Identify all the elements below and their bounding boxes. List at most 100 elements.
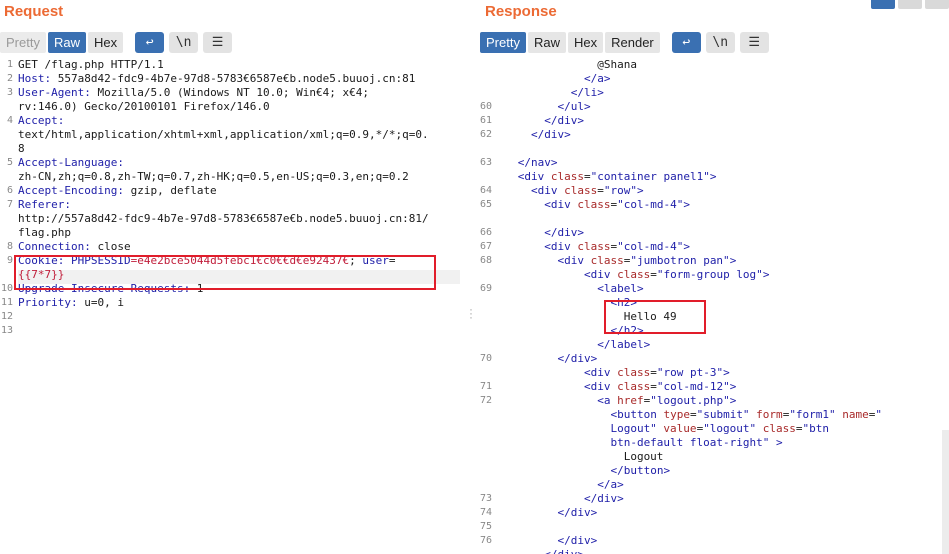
code-token: >: [617, 492, 624, 505]
code-line: <h2>: [472, 296, 949, 310]
line-code: </a>: [478, 478, 624, 492]
code-token: Accept-Language:: [18, 156, 124, 169]
response-title: Response: [485, 3, 557, 20]
code-token: >: [636, 184, 644, 197]
line-number: 12: [0, 311, 13, 322]
code-token: a: [597, 72, 604, 85]
line-number: 7: [6, 199, 13, 210]
code-token: >: [636, 282, 644, 295]
code-token: Accept:: [18, 114, 65, 127]
wrap-lines-icon[interactable]: ↩: [671, 32, 701, 53]
code-token: label: [603, 282, 637, 295]
code-line: 4 Accept:: [0, 114, 468, 128]
code-token: Logout": [478, 422, 657, 435]
line-code: <button type="submit" form="form1" name=…: [478, 408, 882, 422]
code-line: btn-default float-right" >: [472, 436, 949, 450]
code-token: </: [478, 100, 571, 113]
code-token: 8: [18, 142, 25, 155]
request-editor[interactable]: 1 GET /flag.php HTTP/1.1 2 Host: 557a8d42-f…: [0, 58, 468, 554]
code-token: </: [478, 338, 611, 351]
line-number: 1: [6, 59, 13, 70]
code-token: form: [749, 408, 783, 421]
newline-icon[interactable]: \n: [169, 32, 199, 53]
code-line: 5 Accept-Language:: [0, 156, 468, 170]
code-token: class: [583, 254, 624, 267]
layout-side-by-side-button[interactable]: [871, 0, 895, 9]
code-token: User-Agent:: [18, 86, 91, 99]
line-code: <div class="form-group log">: [478, 268, 769, 282]
menu-icon[interactable]: ☰: [203, 32, 233, 53]
wrap-lines-icon[interactable]: ↩: [135, 32, 165, 53]
code-line: 1 GET /flag.php HTTP/1.1: [0, 58, 468, 72]
code-token: class: [570, 198, 611, 211]
layout-stacked-button[interactable]: [898, 0, 922, 9]
code-token: text/html,application/xhtml+xml,applicat…: [18, 128, 429, 141]
code-token: class: [610, 366, 651, 379]
code-token: "logout.php": [650, 394, 730, 407]
code-token: Mozilla/5.0 (Windows NT 10.0; Win€4; x€4…: [90, 86, 370, 99]
code-token: >: [550, 156, 558, 169]
code-token: gzip, deflate: [123, 184, 217, 197]
hello-highlight-box: [604, 300, 706, 334]
line-code: GET /flag.php HTTP/1.1: [18, 58, 164, 72]
tab-raw[interactable]: Raw: [527, 32, 566, 53]
code-token: <: [478, 366, 591, 379]
code-token: >: [583, 100, 591, 113]
menu-icon[interactable]: ☰: [739, 32, 769, 53]
line-number: 3: [6, 87, 13, 98]
line-code: text/html,application/xhtml+xml,applicat…: [18, 128, 429, 142]
layout-tabs-button[interactable]: [925, 0, 949, 9]
code-token: Connection:: [18, 240, 91, 253]
code-line: 70 </div>: [472, 352, 949, 366]
code-token: ": [875, 408, 883, 421]
newline-icon[interactable]: \n: [705, 32, 735, 53]
code-token: >: [643, 338, 651, 351]
code-token: @Shana: [478, 58, 637, 71]
code-line: flag.php: [0, 226, 468, 240]
code-token: </: [478, 506, 571, 519]
code-line: 67 <div class="col-md-4">: [472, 240, 949, 254]
line-code: Accept-Language:: [18, 156, 124, 170]
code-line: text/html,application/xhtml+xml,applicat…: [0, 128, 468, 142]
line-number: 4: [6, 115, 13, 126]
line-code: Accept:: [18, 114, 64, 128]
tab-pretty[interactable]: Pretty: [0, 32, 46, 53]
code-line: 7 Referer:: [0, 198, 468, 212]
line-code: </label>: [478, 338, 650, 352]
code-token: div: [557, 114, 578, 127]
code-line: zh-CN,zh;q=0.8,zh-TW;q=0.7,zh-HK;q=0.5,e…: [0, 170, 468, 184]
request-title: Request: [4, 3, 64, 20]
code-token: <: [478, 240, 551, 253]
code-line: 62 </div>: [472, 128, 949, 142]
code-token: "col-md-4": [617, 198, 684, 211]
response-editor[interactable]: @Shana </a> </li> 60 </ul> 61 </div> 62 </d…: [472, 58, 949, 554]
tab-hex[interactable]: Hex: [87, 32, 124, 53]
code-token: >: [590, 506, 598, 519]
code-line: 11 Priority: u=0, i: [0, 296, 468, 310]
code-token: =: [650, 380, 657, 393]
code-token: >: [723, 366, 730, 379]
code-token: >: [564, 128, 571, 141]
response-scrollbar[interactable]: [942, 430, 949, 554]
tab-pretty[interactable]: Pretty: [480, 32, 526, 53]
code-line: 64 <div class="row">: [472, 184, 949, 198]
line-code: Priority: u=0, i: [18, 296, 124, 310]
code-token: btn-default float-right": [478, 436, 770, 449]
code-line: Hello 49: [472, 310, 949, 324]
line-code: </li>: [478, 86, 604, 100]
code-token: href: [610, 394, 644, 407]
code-line: 66 </div>: [472, 226, 949, 240]
tab-raw[interactable]: Raw: [47, 32, 86, 53]
line-code: <div class="col-md-12">: [478, 380, 736, 394]
line-code: <div class="row">: [478, 184, 644, 198]
code-token: "jumbotron pan": [630, 254, 730, 267]
tab-render[interactable]: Render: [605, 32, 660, 53]
code-line: </label>: [472, 338, 949, 352]
code-line: 61 </div>: [472, 114, 949, 128]
code-token: <: [478, 296, 618, 309]
code-token: <: [478, 268, 591, 281]
tab-hex[interactable]: Hex: [567, 32, 604, 53]
code-line: 71 <div class="col-md-12">: [472, 380, 949, 394]
code-token: =: [650, 268, 657, 281]
line-code: Logout" value="logout" class="btn: [478, 422, 829, 436]
